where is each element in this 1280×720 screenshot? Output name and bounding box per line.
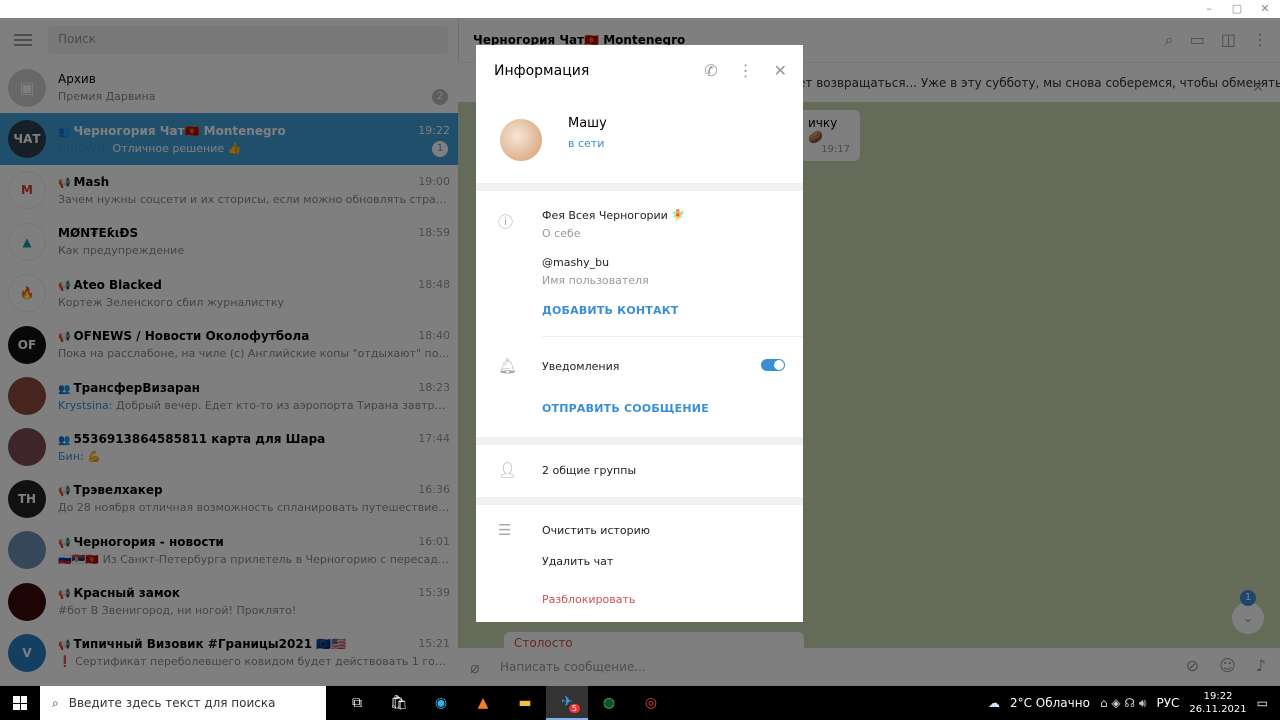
edge-icon[interactable]: ◉ — [420, 686, 462, 720]
notifications-toggle[interactable] — [761, 359, 785, 371]
taskbar-apps: ⧉ 🛍︎ ◉ ▲ ▬ ✈ 5 ◍ ◎ — [336, 686, 672, 720]
clear-history-button[interactable]: Очистить историю — [542, 524, 650, 537]
dialog-title: Информация — [494, 63, 590, 79]
vlc-icon[interactable]: ▲ — [462, 686, 504, 720]
store-icon[interactable]: 🛍︎ — [378, 686, 420, 720]
notifications-icon[interactable]: ▭ — [1257, 696, 1268, 710]
taskbar-search[interactable]: ⌕ Введите здесь текст для поиска — [40, 686, 326, 720]
clock[interactable]: 19:22 26.11.2021 — [1189, 690, 1246, 716]
maximize-button[interactable]: ▢ — [1230, 2, 1244, 15]
username-text[interactable]: @mashy_bu — [542, 256, 803, 269]
weather-text[interactable]: 2°C Облачно — [1010, 696, 1090, 710]
unblock-row[interactable]: Разблокировать — [476, 568, 803, 606]
minimize-button[interactable]: – — [1202, 2, 1216, 15]
clear-history-row[interactable]: ☰ Очистить историю — [476, 505, 803, 539]
online-status: в сети — [568, 137, 605, 150]
section-separator — [476, 437, 803, 445]
add-contact-button[interactable]: ДОБАВИТЬ КОНТАКТ — [542, 304, 679, 317]
bio-row: ⓘ Фея Всея Черногории 🧚 О себе — [476, 191, 803, 240]
close-window-button[interactable]: ✕ — [1258, 2, 1272, 15]
telegram-icon[interactable]: ✈ 5 — [546, 686, 588, 720]
tray-icons[interactable]: ⌂ ◈ ☊ 🔊︎ — [1100, 696, 1147, 711]
bell-icon: 🔔︎ — [498, 357, 518, 375]
username-row: @mashy_bu Имя пользователя — [476, 240, 803, 287]
system-tray: ☁ 2°C Облачно ⌂ ◈ ☊ 🔊︎ РУС 19:22 26.11.2… — [988, 686, 1280, 720]
bio-text: Фея Всея Черногории 🧚 — [542, 209, 686, 222]
send-message-button[interactable]: ОТПРАВИТЬ СООБЩЕНИЕ — [542, 402, 709, 415]
profile-name: Машу — [568, 116, 607, 131]
telegram-badge: 5 — [568, 704, 580, 713]
chrome-icon[interactable]: ◎ — [630, 686, 672, 720]
notifications-label: Уведомления — [542, 360, 620, 373]
user-info-dialog: Информация ✆ ⋮ ✕ Машу в сети ⓘ Фея Всея … — [476, 45, 803, 622]
add-contact-row: ДОБАВИТЬ КОНТАКТ — [476, 287, 803, 336]
unblock-button[interactable]: Разблокировать — [542, 593, 635, 606]
clock-time: 19:22 — [1203, 691, 1233, 702]
profile-block: Машу в сети — [476, 97, 803, 183]
section-separator — [476, 183, 803, 191]
dialog-header: Информация ✆ ⋮ ✕ — [476, 45, 803, 97]
username-label: Имя пользователя — [542, 274, 649, 287]
section-separator — [476, 497, 803, 505]
clock-date: 26.11.2021 — [1189, 704, 1247, 715]
taskbar-search-input[interactable]: Введите здесь текст для поиска — [69, 696, 276, 710]
windows-logo-icon — [13, 696, 27, 710]
dialog-actions: ✆ ⋮ ✕ — [704, 61, 787, 80]
whatsapp-icon[interactable]: ◍ — [588, 686, 630, 720]
windows-taskbar: ⌕ Введите здесь текст для поиска ⧉ 🛍︎ ◉ … — [0, 686, 1280, 720]
start-button[interactable] — [0, 686, 40, 720]
person-icon: 👤︎ — [498, 461, 518, 479]
delete-chat-row[interactable]: Удалить чат — [476, 537, 803, 568]
close-icon[interactable]: ✕ — [774, 61, 787, 80]
common-groups-row[interactable]: 👤︎ 2 общие группы — [476, 445, 803, 497]
language-indicator[interactable]: РУС — [1156, 696, 1179, 710]
common-groups-text: 2 общие группы — [542, 464, 637, 477]
explorer-icon[interactable]: ▬ — [504, 686, 546, 720]
more-icon[interactable]: ⋮ — [738, 61, 754, 80]
window-controls: – ▢ ✕ — [1202, 2, 1272, 15]
send-message-row: ОТПРАВИТЬ СООБЩЕНИЕ — [476, 393, 803, 437]
avatar[interactable] — [498, 117, 544, 163]
notifications-row[interactable]: 🔔︎ Уведомления — [476, 337, 803, 393]
task-view-icon[interactable]: ⧉ — [336, 686, 378, 720]
delete-chat-button[interactable]: Удалить чат — [542, 555, 613, 568]
bio-label: О себе — [542, 227, 581, 240]
info-icon: ⓘ — [498, 213, 514, 231]
weather-icon[interactable]: ☁ — [988, 696, 1000, 710]
phone-icon[interactable]: ✆ — [704, 61, 717, 80]
window-titlebar: – ▢ ✕ — [0, 0, 1280, 18]
search-icon: ⌕ — [52, 695, 59, 710]
